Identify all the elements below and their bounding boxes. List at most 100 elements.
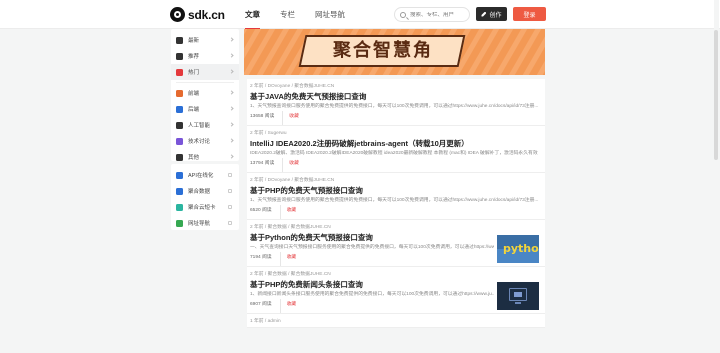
category-sidebar: 最新推荐热门前端后端人工智能技术讨论其他 [171, 29, 239, 168]
create-button-label: 创作 [489, 12, 502, 19]
article-stats: 13794 阅读 收藏 [250, 158, 542, 172]
article-meta: 2 年前 / 聚合数据 / 聚合数据JUHE.CN [250, 272, 331, 277]
chevron-right-icon [229, 53, 234, 58]
article-summary: 1、天气预报查询接口服务使用的聚合免费提供的免费接口，每天可以100次免费调用，… [250, 198, 539, 203]
sidebar-item[interactable]: 网址导航 [171, 215, 239, 231]
create-button[interactable]: 创作 [476, 7, 507, 21]
page-scrollbar[interactable] [714, 0, 719, 353]
article-meta: 2 年前 / 聚合数据 / 聚合数据JUHE.CN [250, 225, 331, 230]
sidebar-item[interactable]: 前端 [171, 85, 239, 101]
article-title[interactable]: 基于JAVA的免费天气预报接口查询 [250, 91, 542, 103]
api-icon [176, 171, 183, 179]
article-card[interactable]: 2 年前 / DOvoyane / 聚合数据JUHE.CN 基于JAVA的免费天气… [247, 79, 545, 126]
search-box[interactable] [394, 7, 470, 22]
sidebar-item-label: 热门 [188, 70, 200, 76]
sidebar-item-label: API在线化 [188, 173, 214, 179]
html5-icon [176, 89, 183, 97]
article-card[interactable]: 2 年前 / 聚合数据 / 聚合数据JUHE.CN 基于PHP的免费新闻头条接口查… [247, 267, 545, 314]
article-card[interactable]: 2 年前 / DOvoyane / 聚合数据JUHE.CN 基于PHP的免费天气预… [247, 173, 545, 220]
new-icon [176, 36, 183, 44]
nav-icon [176, 219, 183, 227]
python-logo-icon: python [503, 242, 539, 255]
sidebar-item[interactable]: 热门 [171, 64, 239, 80]
search-input[interactable] [410, 11, 468, 18]
article-summary: 1、天气预报查询接口服务使用的聚合免费提供的免费接口，每天可以100次免费调用，… [250, 104, 539, 109]
sidebar-item[interactable]: 后端 [171, 101, 239, 117]
monitor-icon [509, 288, 527, 301]
sidebar-item-label: 后端 [188, 107, 200, 113]
sidebar-item-label: 聚合数据 [188, 189, 211, 195]
chevron-right-icon [229, 37, 234, 42]
favorite-link[interactable]: 收藏 [282, 111, 299, 125]
article-thumbnail[interactable]: python [497, 235, 539, 263]
sidebar-item[interactable]: 推荐 [171, 48, 239, 64]
article-card[interactable]: 2 年前 / 聚合数据 / 聚合数据JUHE.CN 基于Python的免费天气预报… [247, 220, 545, 267]
favorite-link[interactable]: 收藏 [279, 205, 296, 219]
chevron-right-icon [229, 69, 234, 74]
search-icon[interactable] [400, 11, 406, 18]
article-summary: 一、天气查询接口天气预报接口服务使用的聚合免费提供的免费接口，每天可以100次免… [250, 245, 494, 250]
article-title[interactable]: 基于Python的免费天气预报接口查询 [250, 232, 494, 244]
tools-sidebar: API在线化 聚合数据聚合云短卡网址导航 [171, 164, 239, 230]
juhe-data-icon [176, 187, 183, 195]
sidebar-item[interactable]: 人工智能 [171, 117, 239, 133]
site-logo[interactable]: sdk.cn [170, 6, 225, 23]
article-meta: 2 年前 / DOvoyane / 聚合数据JUHE.CN [250, 178, 335, 183]
view-count: 13794 阅读 [250, 161, 275, 166]
monitor-stand [515, 302, 521, 304]
chevron-right-icon [229, 154, 234, 159]
login-button-label: 登录 [523, 12, 536, 19]
sidebar-item-label: 最新 [188, 38, 200, 44]
scrollbar-thumb[interactable] [714, 30, 718, 160]
view-count: 6520 阅读 [250, 208, 272, 213]
tab-columns[interactable]: 专栏 [280, 0, 295, 29]
logo-text: sdk.cn [188, 7, 225, 22]
sidebar-item[interactable]: 聚合云短卡 [171, 199, 239, 215]
article-stats: 13658 阅读 收藏 [250, 111, 542, 125]
top-navigation-bar: sdk.cn 文章 专栏 网址导航 创作 登录 [0, 0, 720, 29]
other-icon [176, 153, 183, 161]
view-count: 13658 阅读 [250, 114, 275, 119]
article-summary: 1、新闻接口新闻头条接口服务使用的聚合免费提供的免费接口，每天可以100次免费调… [250, 292, 494, 297]
sidebar-item[interactable]: API在线化 [171, 167, 239, 183]
article-card[interactable]: 1 年前 / admin [247, 314, 545, 328]
favorite-link[interactable]: 收藏 [279, 299, 296, 313]
sidebar-item-label: 网址导航 [188, 221, 211, 227]
login-button[interactable]: 登录 [513, 7, 546, 21]
article-card[interactable]: 2 年前 / Sugerwu IntelliJ IDEA2020.2注册码破解je… [247, 126, 545, 173]
article-stats: 6520 阅读 收藏 [250, 205, 542, 219]
ai-icon [176, 121, 183, 129]
favorite-link[interactable]: 收藏 [279, 252, 296, 266]
banner-title: 聚合智慧角 [333, 40, 433, 61]
external-icon [228, 221, 232, 225]
sidebar-item[interactable]: 最新 [171, 32, 239, 48]
external-icon [228, 189, 232, 193]
article-title[interactable]: 基于PHP的免费天气预报接口查询 [250, 185, 542, 197]
cloud-card-icon [176, 203, 183, 211]
article-meta: 2 年前 / Sugerwu [250, 131, 287, 136]
hot-icon [176, 68, 183, 76]
article-title[interactable]: IntelliJ IDEA2020.2注册码破解jetbrains-agent（… [250, 138, 542, 150]
backend-icon [176, 105, 183, 113]
tab-site-navigation[interactable]: 网址导航 [315, 0, 345, 29]
chevron-right-icon [229, 90, 234, 95]
sidebar-divider [176, 82, 234, 83]
tab-articles[interactable]: 文章 [245, 0, 260, 29]
article-meta: 1 年前 / admin [250, 319, 281, 324]
sidebar-item[interactable]: 其他 [171, 149, 239, 165]
chevron-right-icon [229, 106, 234, 111]
promo-banner[interactable]: 聚合智慧角 [244, 29, 545, 75]
sidebar-item-label: 其他 [188, 155, 200, 161]
sidebar-item-label: 人工智能 [188, 123, 211, 129]
sidebar-item[interactable]: 聚合数据 [171, 183, 239, 199]
view-count: 7194 阅读 [250, 255, 272, 260]
article-title[interactable]: 基于PHP的免费新闻头条接口查询 [250, 279, 494, 291]
favorite-link[interactable]: 收藏 [282, 158, 299, 172]
article-meta: 2 年前 / DOvoyane / 聚合数据JUHE.CN [250, 84, 335, 89]
view-count: 6907 阅读 [250, 302, 272, 307]
sidebar-item[interactable]: 技术讨论 [171, 133, 239, 149]
sidebar-item-label: 前端 [188, 91, 200, 97]
main-nav: 文章 专栏 网址导航 [245, 0, 365, 29]
sidebar-item-label: 聚合云短卡 [188, 205, 216, 211]
article-thumbnail[interactable] [497, 282, 539, 310]
